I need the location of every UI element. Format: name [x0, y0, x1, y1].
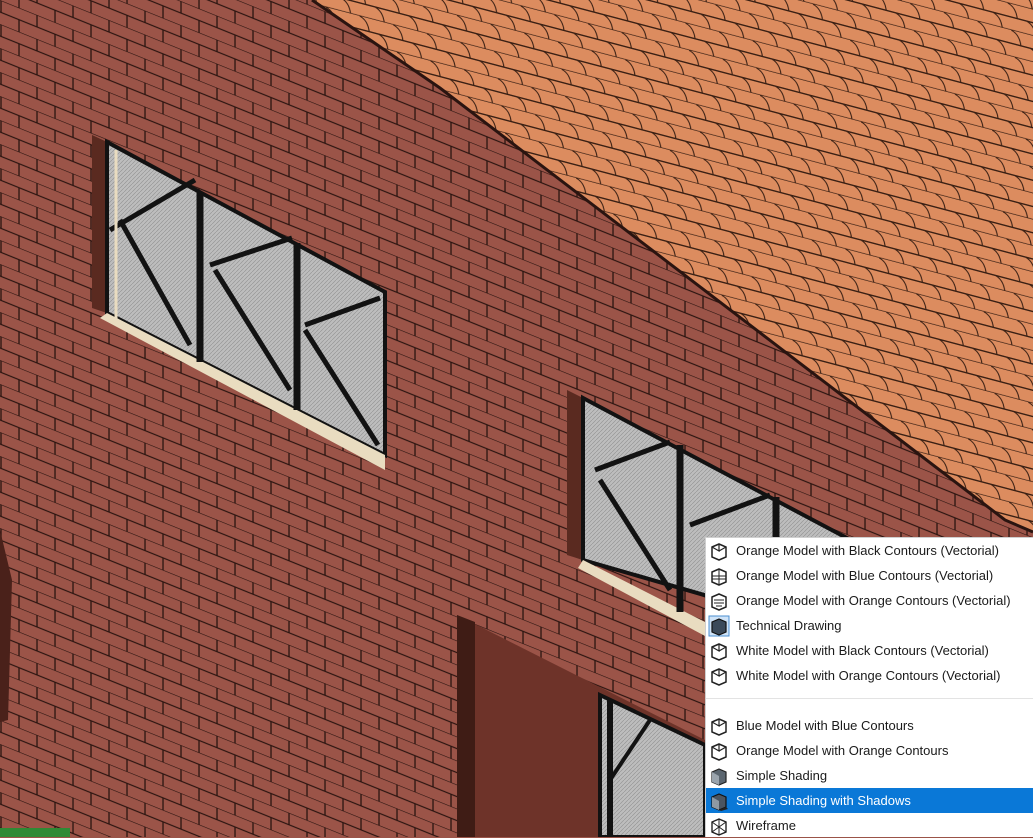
menu-item-white-orange-contours-vectorial[interactable]: White Model with Orange Contours (Vector…	[706, 663, 1033, 688]
simple-shading-icon	[708, 765, 730, 787]
technical-drawing-icon	[708, 615, 730, 637]
wireframe-icon	[708, 815, 730, 837]
menu-item-wireframe[interactable]: Wireframe	[706, 813, 1033, 838]
menu-item-blue-blue-contours[interactable]: Blue Model with Blue Contours	[706, 713, 1033, 738]
blue-blue-contours-icon	[708, 715, 730, 737]
menu-item-orange-orange-contours-vectorial[interactable]: Orange Model with Orange Contours (Vecto…	[706, 588, 1033, 613]
visual-style-menu: Orange Model with Black Contours (Vector…	[705, 537, 1033, 837]
orange-orange-contours-icon	[708, 590, 730, 612]
menu-item-simple-shading-with-shadows[interactable]: Simple Shading with Shadows	[706, 788, 1033, 813]
menu-item-orange-orange-contours[interactable]: Orange Model with Orange Contours	[706, 738, 1033, 763]
shading-shadows-icon	[708, 790, 730, 812]
orange-contours-icon	[708, 740, 730, 762]
white-orange-contours-icon	[708, 665, 730, 687]
menu-separator	[706, 698, 1033, 699]
menu-item-orange-black-contours-vectorial[interactable]: Orange Model with Black Contours (Vector…	[706, 538, 1033, 563]
orange-black-contours-icon	[708, 540, 730, 562]
menu-item-simple-shading[interactable]: Simple Shading	[706, 763, 1033, 788]
white-black-contours-icon	[708, 640, 730, 662]
menu-item-orange-blue-contours-vectorial[interactable]: Orange Model with Blue Contours (Vectori…	[706, 563, 1033, 588]
orange-blue-contours-icon	[708, 565, 730, 587]
menu-item-technical-drawing[interactable]: Technical Drawing	[706, 613, 1033, 638]
menu-item-white-black-contours-vectorial[interactable]: White Model with Black Contours (Vectori…	[706, 638, 1033, 663]
